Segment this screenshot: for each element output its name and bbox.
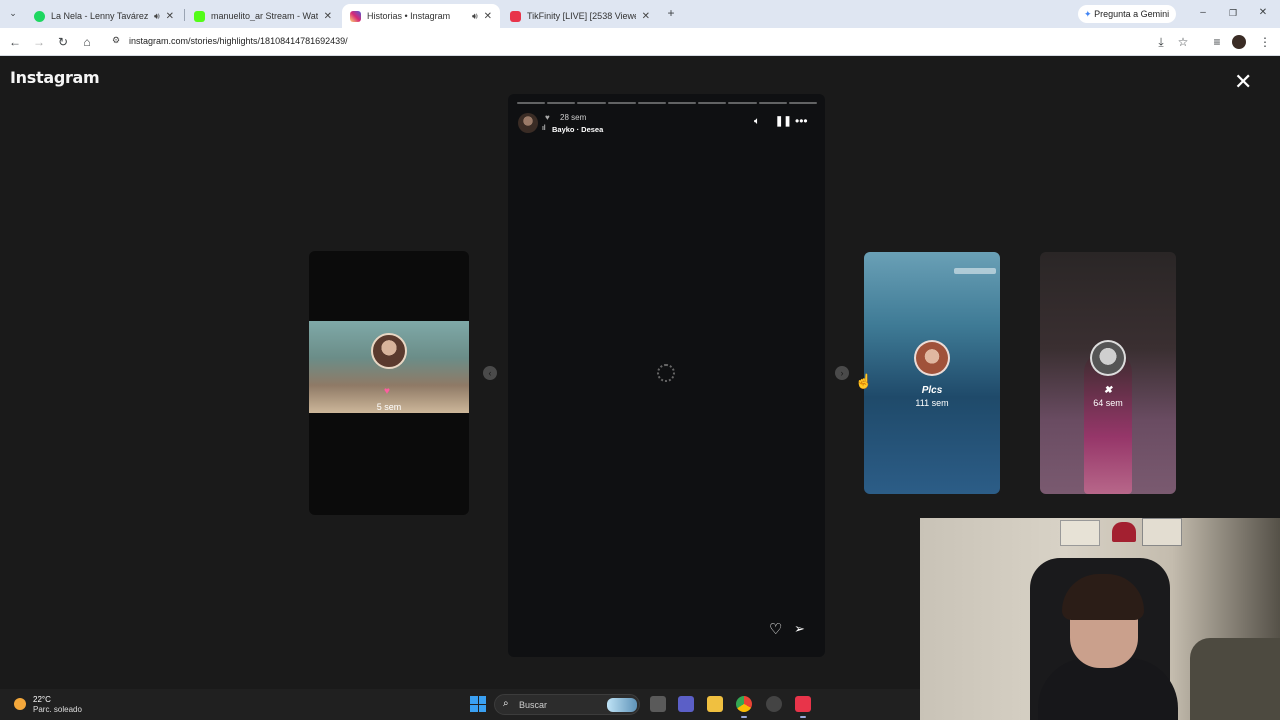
loading-spinner-icon	[657, 364, 675, 382]
home-icon[interactable]: ⌂	[78, 33, 96, 51]
couch	[1190, 638, 1280, 720]
kick-icon	[194, 10, 205, 22]
tab-title: manuelito_ar Stream - Watch Li	[211, 11, 318, 21]
windows-taskbar: 22°C Parc. soleado ⌕ Buscar	[0, 689, 920, 720]
forward-icon[interactable]: →	[30, 33, 48, 51]
close-tab-icon[interactable]: ✕	[484, 11, 492, 22]
volume-icon[interactable]: 🔈︎	[754, 116, 760, 127]
tab-media-icon[interactable]: ≡	[1208, 33, 1226, 51]
weather-description[interactable]: Parc. soleado	[33, 705, 82, 714]
spotify-icon	[34, 10, 45, 22]
hand-cursor-icon: ☝	[855, 373, 873, 389]
teams-icon[interactable]	[678, 696, 694, 712]
search-highlight-image	[607, 698, 637, 712]
profile-avatar[interactable]	[1232, 35, 1246, 49]
wall-cap	[1112, 522, 1136, 542]
browser-tab-4[interactable]: TikFinity [LIVE] [2538 Viewers] ✕	[502, 4, 658, 28]
close-stories-button[interactable]: ✕	[1234, 71, 1252, 93]
close-tab-icon[interactable]: ✕	[642, 11, 650, 22]
like-heart-icon[interactable]: ♡	[769, 620, 782, 638]
previous-arrow-icon[interactable]: ‹	[483, 366, 497, 380]
bookmark-star-icon[interactable]: ☆	[1174, 33, 1192, 51]
more-options-icon[interactable]: •••	[795, 114, 808, 128]
weather-temperature[interactable]: 22°C	[33, 695, 51, 704]
search-placeholder: Buscar	[519, 700, 548, 710]
story-time: 5 sem	[376, 402, 402, 412]
tab-search-icon[interactable]: ⌄	[4, 4, 22, 22]
new-tab-button[interactable]: +	[662, 4, 680, 22]
app-icon[interactable]	[766, 696, 782, 712]
gemini-button[interactable]: ✦ Pregunta a Gemini	[1078, 5, 1176, 23]
previous-story-card[interactable]: ♥ 5 sem	[309, 251, 469, 515]
audio-icon[interactable]: 🔊︎	[472, 11, 478, 22]
verified-dot-icon: ♥	[545, 113, 550, 122]
gemini-label: Pregunta a Gemini	[1094, 9, 1170, 19]
browser-toolbar: ← → ↻ ⌂ ⚙ instagram.com/stories/highligh…	[0, 28, 1280, 56]
audio-icon[interactable]: 🔊︎	[154, 11, 160, 22]
avatar	[914, 340, 950, 376]
music-icon: ıl	[542, 125, 546, 132]
tab-title: Historias • Instagram	[367, 11, 451, 21]
site-info-icon[interactable]: ⚙	[112, 35, 120, 46]
story-song[interactable]: Bayko · Desea	[552, 125, 603, 134]
minimize-icon[interactable]: –	[1194, 4, 1212, 22]
main-story-viewer[interactable]: ♥ 28 sem ıl Bayko · Desea 🔈︎ ❚❚ ••• ♡ ➢	[508, 94, 825, 657]
close-tab-icon[interactable]: ✕	[166, 11, 174, 22]
pause-icon[interactable]: ❚❚	[775, 116, 792, 127]
close-tab-icon[interactable]: ✕	[324, 11, 332, 22]
browser-tab-3[interactable]: Historias • Instagram 🔊︎ ✕	[342, 4, 500, 28]
task-view-icon[interactable]	[650, 696, 666, 712]
gemini-icon: ✦	[1084, 9, 1092, 19]
url-text: instagram.com/stories/highlights/1810841…	[129, 36, 348, 46]
reload-icon[interactable]: ↻	[54, 33, 72, 51]
instagram-logo[interactable]: Instagram	[10, 68, 100, 87]
back-icon[interactable]: ←	[6, 33, 24, 51]
address-bar[interactable]: ⚙ instagram.com/stories/highlights/18108…	[104, 31, 1144, 53]
restore-icon[interactable]: ❐	[1224, 4, 1242, 22]
story-time: 64 sem	[1093, 398, 1123, 408]
avatar	[1090, 340, 1126, 376]
instagram-icon	[350, 10, 361, 22]
story-time: 111 sem	[915, 398, 949, 408]
next-arrow-icon[interactable]: ›	[835, 366, 849, 380]
wall-poster	[1060, 520, 1100, 546]
heart-icon: ♥	[384, 386, 390, 397]
search-icon: ⌕	[503, 698, 509, 709]
story-name: ✖	[1103, 385, 1113, 396]
browser-tab-strip: ⌄ La Nela - Lenny Tavárez 🔊︎ ✕ manuelito…	[0, 0, 1280, 28]
windows-start-icon[interactable]	[470, 696, 486, 712]
menu-icon[interactable]: ⋮	[1256, 33, 1274, 51]
send-icon[interactable]: ➢	[794, 621, 805, 637]
tab-title: La Nela - Lenny Tavárez	[51, 11, 149, 21]
active-indicator	[800, 716, 806, 718]
story-tag	[954, 268, 996, 274]
avatar[interactable]	[518, 113, 538, 133]
tab-separator	[184, 9, 185, 21]
file-explorer-icon[interactable]	[707, 696, 723, 712]
install-app-icon[interactable]: ⤓	[1152, 33, 1170, 51]
webcam-overlay	[920, 518, 1280, 720]
next-story-card-1[interactable]: Plcs 111 sem	[864, 252, 1000, 494]
tab-title: TikFinity [LIVE] [2538 Viewers]	[527, 11, 636, 21]
story-name: Plcs	[921, 385, 943, 396]
tikfinity-icon	[510, 10, 521, 22]
active-indicator	[741, 716, 747, 718]
next-story-card-2[interactable]: ✖ 64 sem	[1040, 252, 1176, 494]
tiktok-icon[interactable]	[795, 696, 811, 712]
taskbar-search[interactable]: ⌕ Buscar	[494, 694, 640, 715]
chrome-icon[interactable]	[736, 696, 752, 712]
story-time: 28 sem	[560, 113, 587, 122]
avatar	[371, 333, 407, 369]
close-window-icon[interactable]: ✕	[1254, 4, 1272, 22]
wall-poster	[1142, 518, 1182, 546]
browser-tab-2[interactable]: manuelito_ar Stream - Watch Li ✕	[186, 4, 340, 28]
weather-sun-icon[interactable]	[14, 698, 26, 710]
story-progress-bar	[517, 102, 818, 104]
browser-tab-1[interactable]: La Nela - Lenny Tavárez 🔊︎ ✕	[26, 4, 182, 28]
